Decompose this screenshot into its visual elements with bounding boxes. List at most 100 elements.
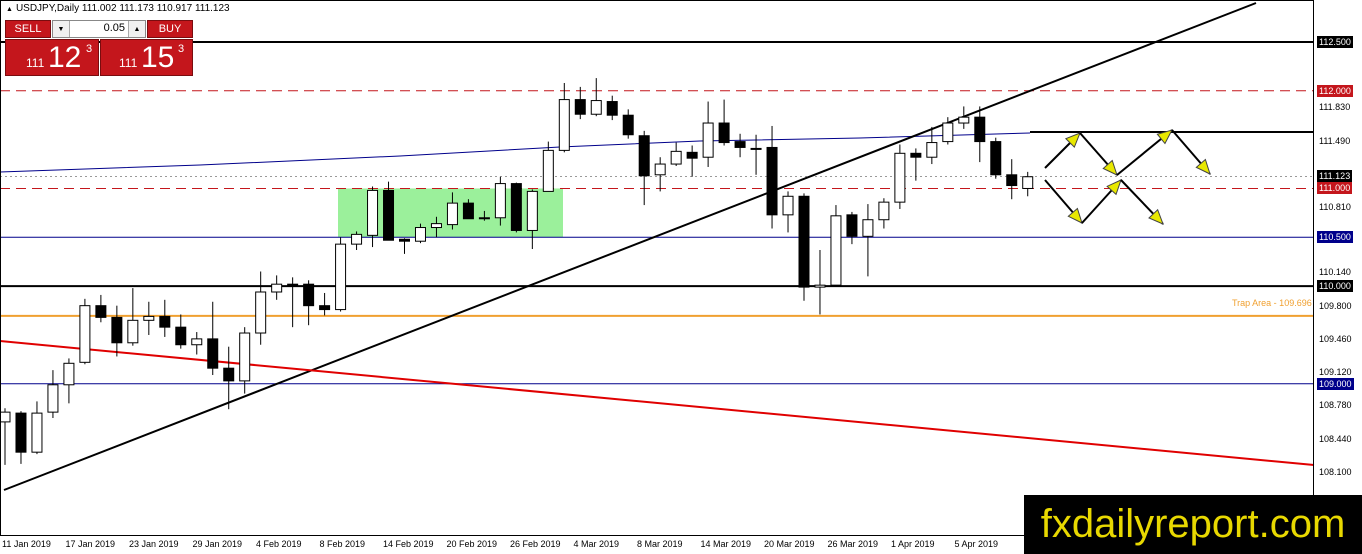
- watermark-logo: fxdailyreport.com: [1024, 495, 1362, 554]
- bullish-candle: [191, 338, 203, 346]
- bullish-candle: [63, 362, 75, 386]
- date-axis-label: 23 Jan 2019: [129, 539, 179, 549]
- bearish-candle: [622, 114, 634, 136]
- bearish-candle: [734, 141, 746, 148]
- lot-decrease-icon[interactable]: ▼: [53, 21, 70, 37]
- collapse-triangle-icon[interactable]: ▲: [6, 6, 13, 13]
- bearish-candle: [175, 326, 187, 346]
- bearish-candle: [766, 146, 778, 216]
- bearish-candle: [718, 122, 730, 144]
- bullish-candle: [894, 152, 906, 203]
- sell-price-quote[interactable]: 111 12 3: [5, 39, 99, 76]
- sell-button[interactable]: SELL: [5, 20, 51, 38]
- lot-size-stepper[interactable]: ▼ 0.05 ▲: [52, 20, 146, 38]
- date-axis-label: 4 Mar 2019: [573, 539, 620, 549]
- lot-size-value[interactable]: 0.05: [104, 22, 125, 34]
- bullish-candle: [143, 315, 155, 321]
- price-chart[interactable]: [0, 0, 1362, 554]
- bullish-candle: [430, 223, 442, 229]
- price-axis-label: 108.440: [1319, 433, 1352, 444]
- bullish-candle: [335, 243, 347, 311]
- chart-title: ▲ USDJPY,Daily 111.002 111.173 110.917 11…: [6, 3, 230, 14]
- date-axis-label: 11 Jan 2019: [2, 539, 51, 549]
- price-axis-label: 110.810: [1319, 202, 1351, 213]
- lot-increase-icon[interactable]: ▲: [128, 21, 145, 37]
- price-axis-label: 110.000: [1317, 280, 1353, 293]
- bullish-candle: [239, 332, 251, 382]
- buy-price-prefix: 111: [119, 56, 138, 70]
- date-axis-label: 1 Apr 2019: [891, 539, 935, 549]
- bearish-candle: [974, 116, 986, 143]
- price-axis-label: 109.800: [1319, 300, 1352, 311]
- date-axis-label: 8 Feb 2019: [319, 539, 366, 549]
- chart-title-text: USDJPY,Daily 111.002 111.173 110.917 111…: [15, 3, 230, 14]
- bearish-candle: [510, 183, 522, 231]
- rising-trendline: [3, 2, 1257, 491]
- bullish-candle: [670, 150, 682, 165]
- bullish-candle: [1022, 176, 1034, 189]
- bullish-candle: [0, 411, 11, 423]
- price-axis-label: 110.500: [1317, 231, 1353, 244]
- bullish-candle: [862, 219, 874, 237]
- bullish-candle: [654, 163, 666, 176]
- price-axis-label: 111.123: [1317, 170, 1353, 183]
- date-axis-label: 29 Jan 2019: [192, 539, 243, 549]
- buy-price-quote[interactable]: 111 15 3: [100, 39, 193, 76]
- buy-button[interactable]: BUY: [147, 20, 193, 38]
- bearish-candle: [383, 189, 395, 241]
- bearish-candle: [910, 152, 922, 158]
- bearish-candle: [111, 316, 123, 344]
- buy-price-sup: 3: [178, 43, 185, 55]
- bullish-candle: [958, 116, 970, 124]
- bullish-candle: [47, 384, 59, 413]
- one-click-trading-panel: SELL ▼ 0.05 ▲ BUY 111 12 3 111 15 3: [4, 19, 193, 76]
- bearish-candle: [462, 202, 474, 220]
- date-axis-label: 20 Feb 2019: [446, 539, 498, 549]
- date-axis-label: 14 Mar 2019: [700, 539, 752, 549]
- bearish-candle: [750, 147, 762, 150]
- bullish-candle: [255, 291, 267, 334]
- bearish-candle: [95, 305, 107, 318]
- bullish-candle: [782, 195, 794, 216]
- bearish-candle: [15, 412, 27, 453]
- bearish-candle: [319, 305, 331, 311]
- date-axis-label: 5 Apr 2019: [954, 539, 999, 549]
- bearish-candle: [990, 141, 1002, 176]
- bullish-candle: [814, 284, 826, 288]
- price-axis-label: 108.780: [1319, 400, 1352, 411]
- price-axis-label: 111.000: [1317, 182, 1353, 195]
- bearish-candle: [1006, 174, 1018, 187]
- bullish-candle: [494, 183, 506, 219]
- bullish-candle: [127, 319, 139, 344]
- bearish-candle: [574, 99, 586, 115]
- bullish-candle: [702, 122, 714, 158]
- price-axis-label: 109.460: [1319, 333, 1352, 344]
- date-axis-label: 8 Mar 2019: [637, 539, 683, 549]
- bearish-candle: [159, 315, 171, 328]
- price-axis-label: 110.140: [1319, 267, 1351, 278]
- trap-area-label: Trap Area - 109.696: [1232, 298, 1312, 308]
- bullish-candle: [31, 412, 43, 453]
- bullish-candle: [542, 149, 554, 192]
- bullish-candle: [878, 201, 890, 221]
- price-axis-label: 111.490: [1319, 135, 1351, 146]
- price-axis-label: 112.000: [1317, 84, 1353, 97]
- bearish-candle: [798, 195, 810, 288]
- price-axis-label: 108.100: [1319, 466, 1352, 477]
- bullish-candle: [271, 283, 283, 293]
- bearish-candle: [223, 367, 235, 382]
- bullish-candle: [590, 100, 602, 115]
- date-axis-label: 4 Feb 2019: [256, 539, 302, 549]
- bullish-candle: [79, 305, 91, 363]
- bearish-candle: [638, 135, 650, 177]
- bearish-candle: [606, 101, 618, 116]
- bullish-candle: [367, 189, 379, 236]
- price-axis[interactable]: 112.500 112.000 111.830 111.490 111.123 111.0…: [1314, 0, 1362, 536]
- price-axis-label: 112.500: [1317, 35, 1353, 48]
- bearish-candle: [846, 214, 858, 237]
- bullish-candle: [942, 122, 954, 143]
- price-axis-label: 109.120: [1319, 367, 1352, 378]
- date-axis-label: 26 Feb 2019: [510, 539, 561, 549]
- buy-price-big: 15: [141, 41, 175, 74]
- bullish-candle: [558, 99, 570, 151]
